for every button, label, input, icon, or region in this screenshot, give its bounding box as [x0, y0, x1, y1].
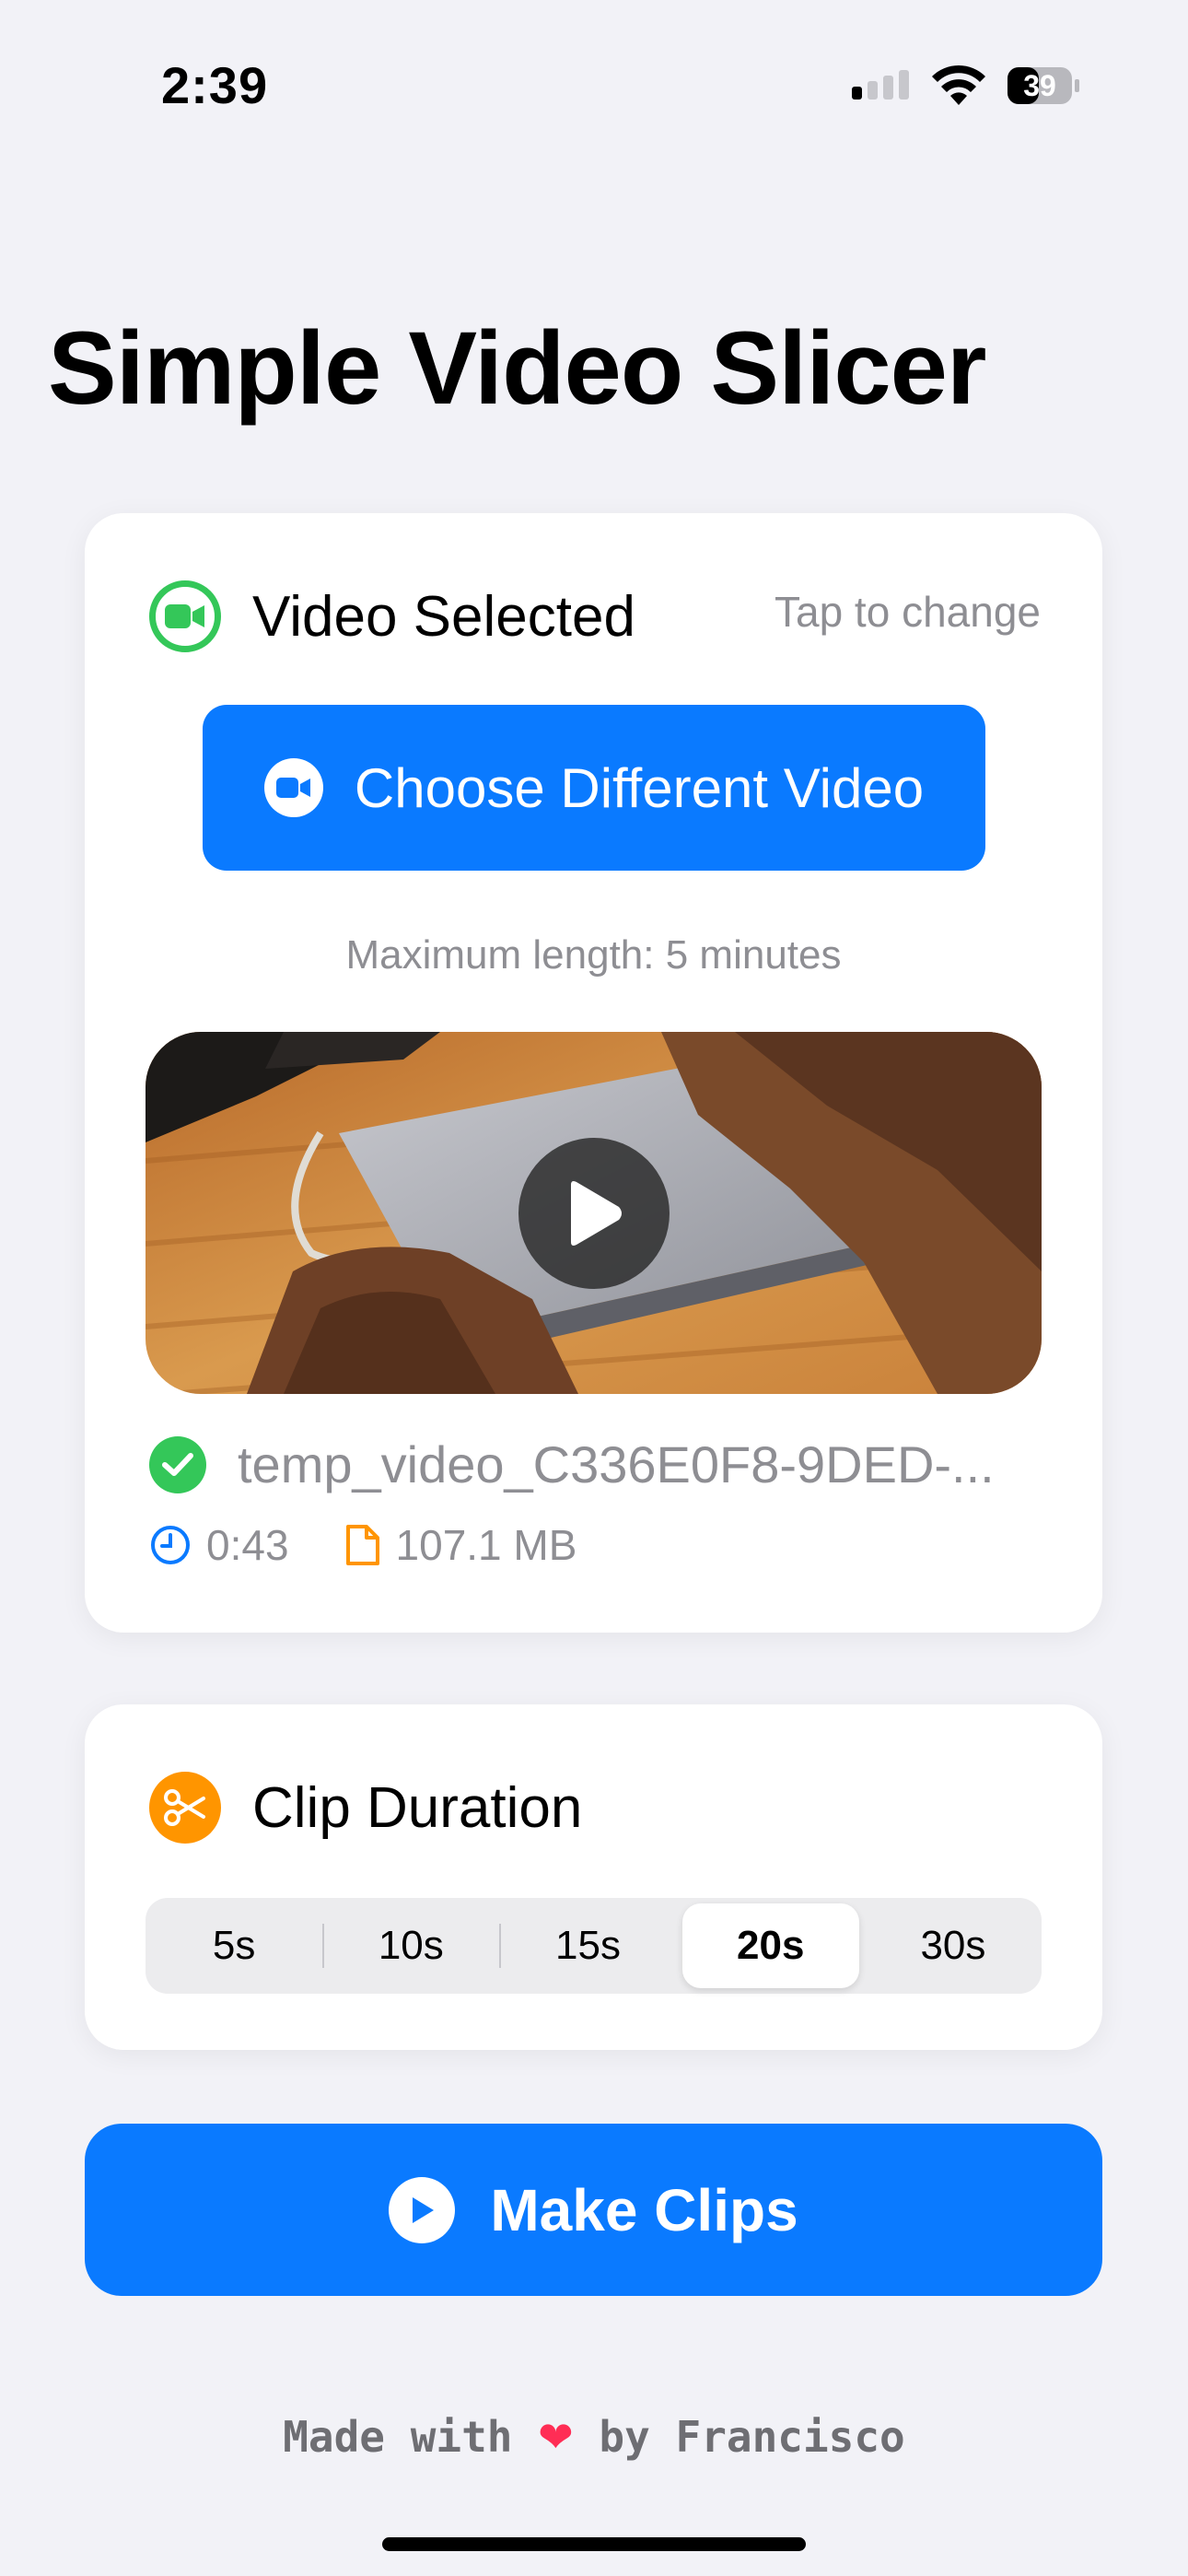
- heart-icon: ❤: [538, 2412, 574, 2462]
- file-name-row: temp_video_C336E0F8-9DED-...: [149, 1434, 995, 1494]
- battery-icon: 39: [1007, 66, 1080, 105]
- make-clips-button[interactable]: Make Clips: [85, 2124, 1102, 2296]
- play-icon: [571, 1181, 622, 1246]
- scissors-icon: [149, 1772, 221, 1844]
- tap-to-change-hint: Tap to change: [774, 588, 1041, 636]
- cellular-signal-icon: [852, 70, 909, 100]
- segment-20s[interactable]: 20s: [681, 1903, 859, 1988]
- footer-prefix: Made with: [283, 2412, 513, 2462]
- segment-15s[interactable]: 15s: [499, 1903, 676, 1988]
- clip-duration-segmented-control[interactable]: 5s 10s 15s 20s 30s: [146, 1898, 1042, 1994]
- play-preview-button[interactable]: [518, 1138, 670, 1289]
- clip-duration-card: Clip Duration 5s 10s 15s 20s 30s: [85, 1704, 1102, 2050]
- footer-suffix: by Francisco: [599, 2412, 905, 2462]
- home-indicator[interactable]: [382, 2537, 806, 2551]
- duration-info: 0:43: [149, 1520, 289, 1570]
- choose-different-video-button[interactable]: Choose Different Video: [203, 705, 985, 871]
- battery-level: 39: [1023, 69, 1056, 102]
- clip-card-header: Clip Duration: [149, 1772, 582, 1844]
- segment-30s[interactable]: 30s: [865, 1903, 1042, 1988]
- video-camera-icon: [263, 758, 323, 817]
- size-info: 107.1 MB: [344, 1520, 577, 1570]
- make-clips-label: Make Clips: [490, 2176, 798, 2243]
- wifi-icon: [932, 64, 985, 105]
- status-bar: 2:39 39: [0, 0, 1188, 166]
- clip-card-title: Clip Duration: [252, 1775, 583, 1840]
- clock-icon: [151, 1526, 190, 1564]
- video-thumbnail[interactable]: [146, 1032, 1042, 1394]
- document-icon: [345, 1525, 379, 1565]
- choose-different-video-label: Choose Different Video: [354, 756, 925, 819]
- max-length-text: Maximum length: 5 minutes: [345, 932, 842, 978]
- footer-credit: Made with ❤ by Francisco: [0, 2412, 1188, 2462]
- video-camera-icon: [149, 580, 221, 652]
- video-duration: 0:43: [206, 1521, 289, 1569]
- video-card-header: Video Selected: [149, 580, 635, 652]
- file-name: temp_video_C336E0F8-9DED-...: [238, 1435, 995, 1493]
- segment-10s[interactable]: 10s: [322, 1903, 499, 1988]
- video-metadata-row: 0:43 107.1 MB: [149, 1520, 577, 1570]
- segment-5s[interactable]: 5s: [146, 1903, 322, 1988]
- page-title: Simple Video Slicer: [48, 310, 986, 426]
- video-card-title: Video Selected: [252, 584, 635, 649]
- status-time: 2:39: [161, 56, 269, 114]
- video-selection-card[interactable]: Video Selected Tap to change Choose Diff…: [85, 513, 1102, 1633]
- video-file-size: 107.1 MB: [395, 1521, 577, 1569]
- play-circle-icon: [389, 2176, 456, 2243]
- checkmark-icon: [149, 1435, 206, 1493]
